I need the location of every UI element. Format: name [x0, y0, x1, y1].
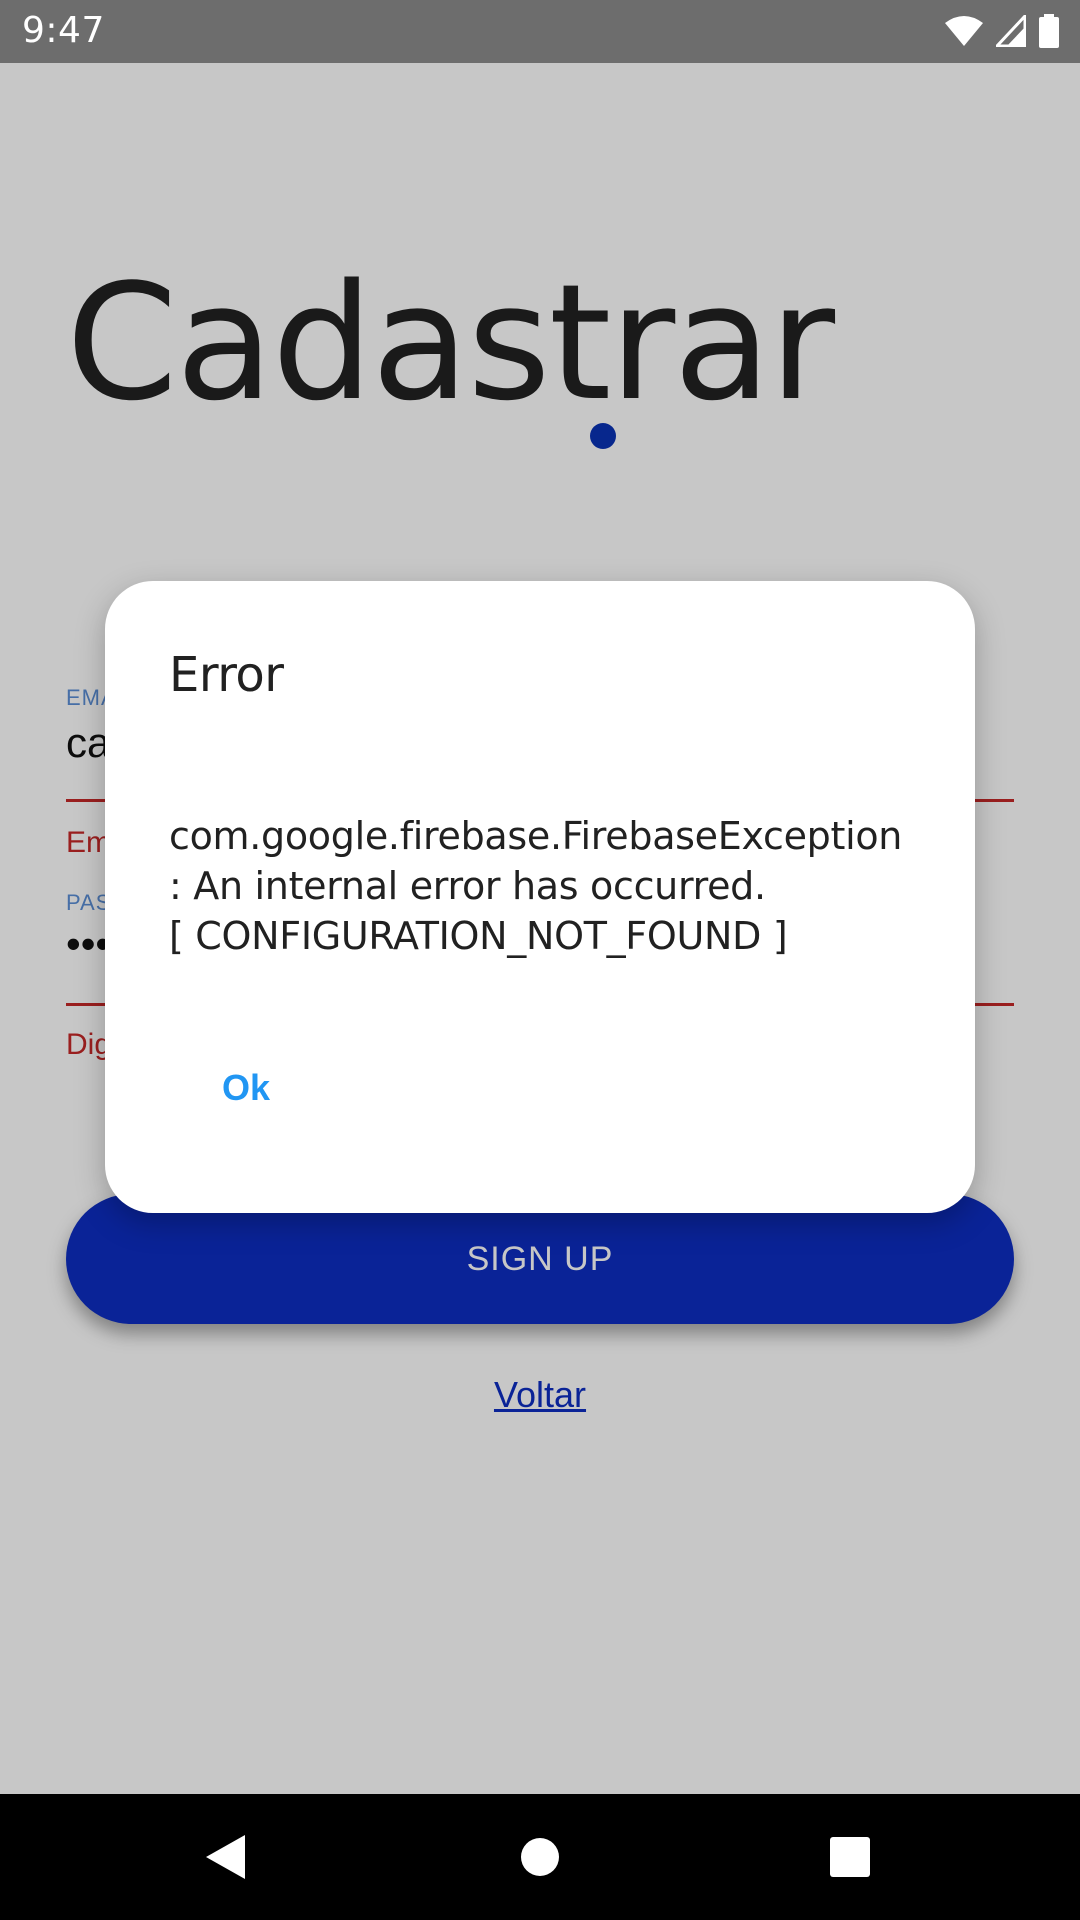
nav-home-button[interactable] [470, 1794, 610, 1920]
status-bar: 9:47 [0, 0, 1080, 63]
nav-recents-button[interactable] [780, 1794, 920, 1920]
ok-button[interactable]: Ok [210, 1061, 282, 1115]
signal-icon [996, 15, 1026, 47]
wifi-icon [945, 16, 983, 46]
nav-back-button[interactable] [155, 1794, 295, 1920]
back-icon [206, 1835, 245, 1879]
dialog-message: com.google.firebase.FirebaseException : … [169, 814, 903, 958]
screen: 9:47 Cadastrar EMA ca Em PAS ••• Dig SIG… [0, 0, 1080, 1920]
home-icon [521, 1838, 559, 1876]
error-dialog: Error com.google.firebase.FirebaseExcept… [105, 581, 975, 1213]
status-time: 9:47 [22, 10, 105, 51]
navigation-bar [0, 1794, 1080, 1920]
dialog-title: Error [169, 647, 284, 703]
status-icons [932, 14, 1060, 48]
battery-icon [1039, 14, 1059, 48]
recents-icon [830, 1837, 870, 1877]
